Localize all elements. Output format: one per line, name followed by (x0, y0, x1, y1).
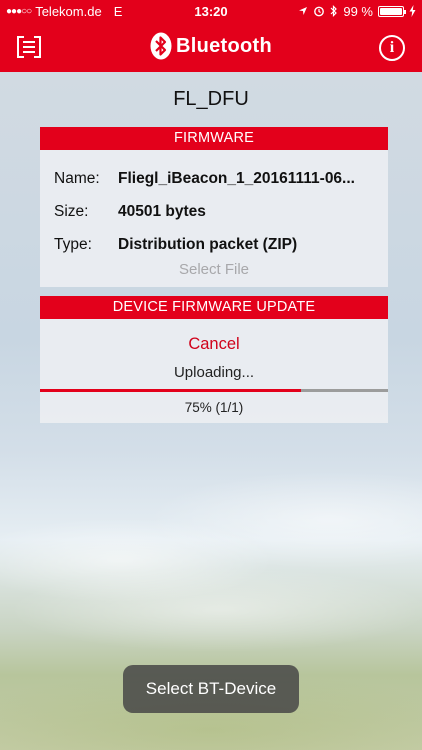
firmware-size-label: Size: (54, 202, 89, 220)
firmware-size-row: Size: 40501 bytes (54, 195, 388, 228)
bluetooth-brand: Bluetooth (0, 32, 422, 60)
progress-text: 75% (1/1) (184, 400, 244, 415)
nav-bar: Bluetooth i (0, 22, 422, 72)
status-bar: ●●●○○ Telekom.de E 13:20 99 % (0, 0, 422, 22)
device-name: FL_DFU (173, 88, 249, 110)
bluetooth-logo-icon (150, 32, 172, 60)
status-time: 13:20 (194, 3, 228, 19)
battery-fill (380, 7, 402, 15)
firmware-name-row: Name: Fliegl_iBeacon_1_20161111-06... (54, 162, 388, 195)
firmware-type-row: Type: Distribution packet (ZIP) (54, 228, 388, 261)
firmware-size-value: 40501 bytes (118, 202, 206, 220)
firmware-name-label: Name: (54, 169, 100, 187)
cancel-button[interactable]: Cancel (40, 335, 388, 354)
dfu-panel: DEVICE FIRMWARE UPDATE Cancel Uploading.… (40, 296, 388, 423)
info-icon[interactable]: i (379, 35, 405, 61)
select-file-button[interactable]: Select File (40, 261, 388, 278)
nav-title: Bluetooth (175, 34, 272, 57)
firmware-header: FIRMWARE (40, 127, 388, 150)
dfu-header: DEVICE FIRMWARE UPDATE (40, 296, 388, 319)
firmware-name-value: Fliegl_iBeacon_1_20161111-06... (118, 169, 355, 187)
firmware-type-label: Type: (54, 235, 92, 253)
upload-status: Uploading... (173, 364, 255, 381)
info-symbol: i (389, 39, 395, 56)
firmware-type-value: Distribution packet (ZIP) (118, 235, 298, 253)
battery-icon (378, 5, 406, 17)
progress-fill (40, 389, 301, 392)
select-bt-device-button[interactable]: Select BT-Device (123, 665, 299, 713)
firmware-panel: FIRMWARE Name: Fliegl_iBeacon_1_20161111… (40, 127, 388, 287)
progress-bar (40, 389, 388, 392)
